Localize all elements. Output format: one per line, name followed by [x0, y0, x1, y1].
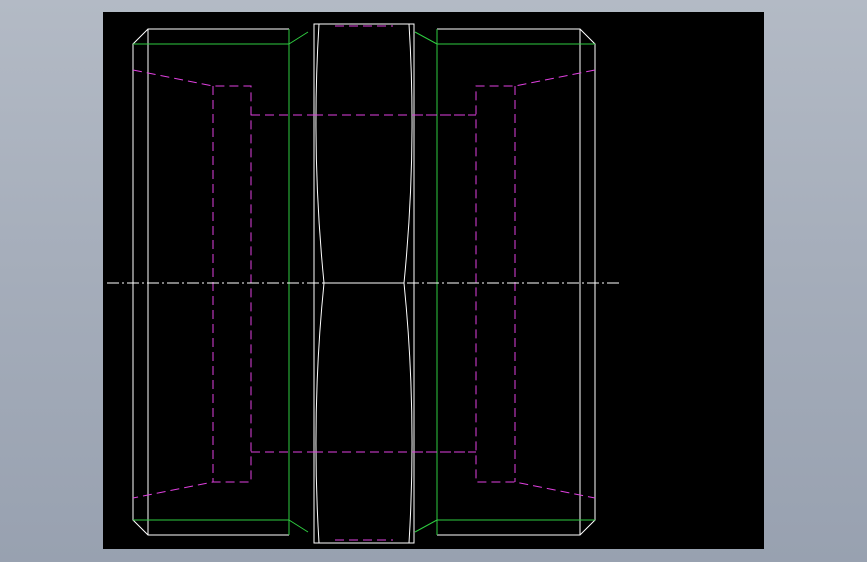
left-body-outline [132, 28, 289, 536]
cad-drawing [107, 23, 620, 544]
hidden-lines-left [132, 69, 314, 499]
right-body-outline [437, 28, 596, 536]
chamfer-edges [133, 29, 595, 535]
drawing-canvas[interactable] [103, 12, 764, 549]
hidden-lines-right [414, 69, 596, 499]
